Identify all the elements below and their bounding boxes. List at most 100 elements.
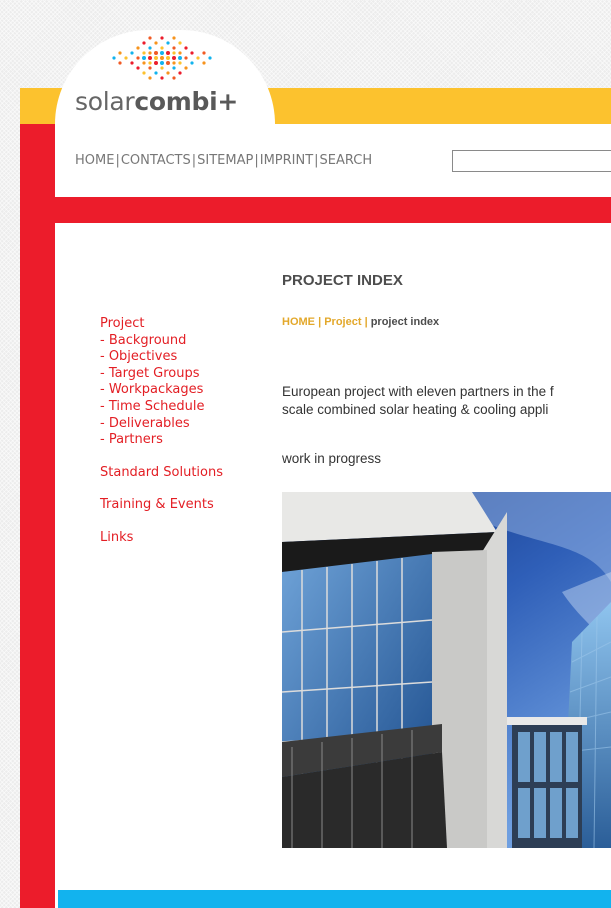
logo-dot bbox=[172, 61, 176, 65]
logo-dot bbox=[172, 66, 176, 70]
logo-dot bbox=[142, 71, 146, 75]
sun-dots-logo-icon bbox=[112, 36, 212, 80]
logo-dot bbox=[166, 71, 170, 75]
logo-dot bbox=[160, 46, 164, 50]
logo-dot bbox=[184, 66, 188, 70]
logo-dot bbox=[154, 71, 158, 75]
logo-dot bbox=[166, 61, 170, 65]
sidebar-subitem-time-schedule[interactable]: - Time Schedule bbox=[100, 399, 223, 416]
logo-dot bbox=[172, 56, 176, 60]
logo-dot bbox=[196, 56, 200, 60]
logo-dot bbox=[154, 51, 158, 55]
breadcrumb-separator: | bbox=[364, 316, 368, 328]
building-photo-image bbox=[282, 492, 611, 848]
logo[interactable]: solarcombi+ bbox=[75, 87, 238, 116]
logo-dot bbox=[178, 51, 182, 55]
logo-dot bbox=[160, 76, 164, 80]
logo-dot bbox=[136, 66, 140, 70]
logo-dot bbox=[148, 56, 152, 60]
logo-dot bbox=[118, 61, 122, 65]
logo-dot bbox=[178, 61, 182, 65]
logo-dot bbox=[148, 36, 152, 40]
logo-dot bbox=[178, 56, 182, 60]
logo-dot bbox=[148, 76, 152, 80]
logo-dot bbox=[160, 66, 164, 70]
logo-dot bbox=[160, 56, 164, 60]
nav-home[interactable]: HOME bbox=[75, 153, 114, 168]
logo-dot bbox=[178, 71, 182, 75]
logo-dot bbox=[142, 41, 146, 45]
logo-dot bbox=[118, 51, 122, 55]
breadcrumb-home[interactable]: HOME bbox=[282, 316, 315, 328]
sidebar-subitem-objectives[interactable]: - Objectives bbox=[100, 349, 223, 366]
nav-separator: | bbox=[314, 153, 319, 168]
intro-line: scale combined solar heating & cooling a… bbox=[282, 402, 549, 417]
search-input[interactable] bbox=[452, 150, 611, 172]
breadcrumb-project[interactable]: Project bbox=[324, 316, 361, 328]
logo-dot bbox=[190, 51, 194, 55]
logo-dot bbox=[154, 56, 158, 60]
logo-dot bbox=[166, 41, 170, 45]
breadcrumb-separator: | bbox=[318, 316, 322, 328]
logo-dot bbox=[172, 76, 176, 80]
logo-dot bbox=[172, 36, 176, 40]
logo-dot bbox=[124, 56, 128, 60]
nav-separator: | bbox=[115, 153, 120, 168]
footer-blue-band bbox=[58, 890, 611, 908]
logo-dot bbox=[208, 56, 212, 60]
sidebar-subitem-partners[interactable]: - Partners bbox=[100, 432, 223, 449]
nav-separator: | bbox=[254, 153, 259, 168]
sidebar: Project - Background - Objectives - Targ… bbox=[100, 316, 223, 547]
nav-search[interactable]: SEARCH bbox=[320, 153, 373, 168]
sidebar-subitem-target-groups[interactable]: - Target Groups bbox=[100, 366, 223, 383]
logo-dot bbox=[112, 56, 116, 60]
logo-dot bbox=[166, 51, 170, 55]
nav-imprint[interactable]: IMPRINT bbox=[260, 153, 313, 168]
nav-separator: | bbox=[191, 153, 197, 168]
logo-dot bbox=[154, 41, 158, 45]
page-title: PROJECT INDEX bbox=[282, 272, 403, 289]
logo-dot bbox=[178, 41, 182, 45]
intro-paragraph: European project with eleven partners in… bbox=[282, 383, 554, 419]
header-red-band bbox=[55, 197, 611, 223]
logo-dot bbox=[142, 56, 146, 60]
status-text: work in progress bbox=[282, 451, 382, 466]
logo-dot bbox=[142, 61, 146, 65]
logo-dot bbox=[136, 46, 140, 50]
sidebar-item-project[interactable]: Project bbox=[100, 316, 223, 333]
logo-dot bbox=[148, 61, 152, 65]
nav-sitemap[interactable]: SITEMAP bbox=[197, 153, 253, 168]
logo-dot bbox=[202, 61, 206, 65]
logo-dot bbox=[184, 46, 188, 50]
nav-contacts[interactable]: CONTACTS bbox=[121, 153, 191, 168]
sidebar-item-standard-solutions[interactable]: Standard Solutions bbox=[100, 465, 223, 482]
page: solarcombi+ HOME|CONTACTS|SITEMAP|IMPRIN… bbox=[20, 0, 611, 908]
breadcrumb: HOME | Project | project index bbox=[282, 316, 439, 328]
logo-dot bbox=[148, 46, 152, 50]
sidebar-item-links[interactable]: Links bbox=[100, 530, 223, 547]
sidebar-subitem-background[interactable]: - Background bbox=[100, 333, 223, 350]
sidebar-item-training-events[interactable]: Training & Events bbox=[100, 497, 223, 514]
logo-dot bbox=[142, 51, 146, 55]
logo-dot bbox=[148, 51, 152, 55]
logo-text-bold: combi+ bbox=[134, 87, 239, 116]
intro-line: European project with eleven partners in… bbox=[282, 384, 554, 399]
logo-dot bbox=[202, 51, 206, 55]
logo-dot bbox=[160, 36, 164, 40]
logo-dot bbox=[154, 61, 158, 65]
sidebar-subitem-workpackages[interactable]: - Workpackages bbox=[100, 382, 223, 399]
top-navigation: HOME|CONTACTS|SITEMAP|IMPRINT|SEARCH bbox=[75, 153, 372, 168]
logo-dot bbox=[172, 46, 176, 50]
breadcrumb-current: project index bbox=[370, 316, 440, 328]
building-photo bbox=[282, 492, 611, 848]
sidebar-subitem-deliverables[interactable]: - Deliverables bbox=[100, 416, 223, 433]
logo-dot bbox=[184, 56, 188, 60]
logo-dot bbox=[148, 66, 152, 70]
logo-dot bbox=[130, 51, 134, 55]
logo-dot bbox=[172, 51, 176, 55]
logo-dot bbox=[130, 61, 134, 65]
logo-dot bbox=[136, 56, 140, 60]
